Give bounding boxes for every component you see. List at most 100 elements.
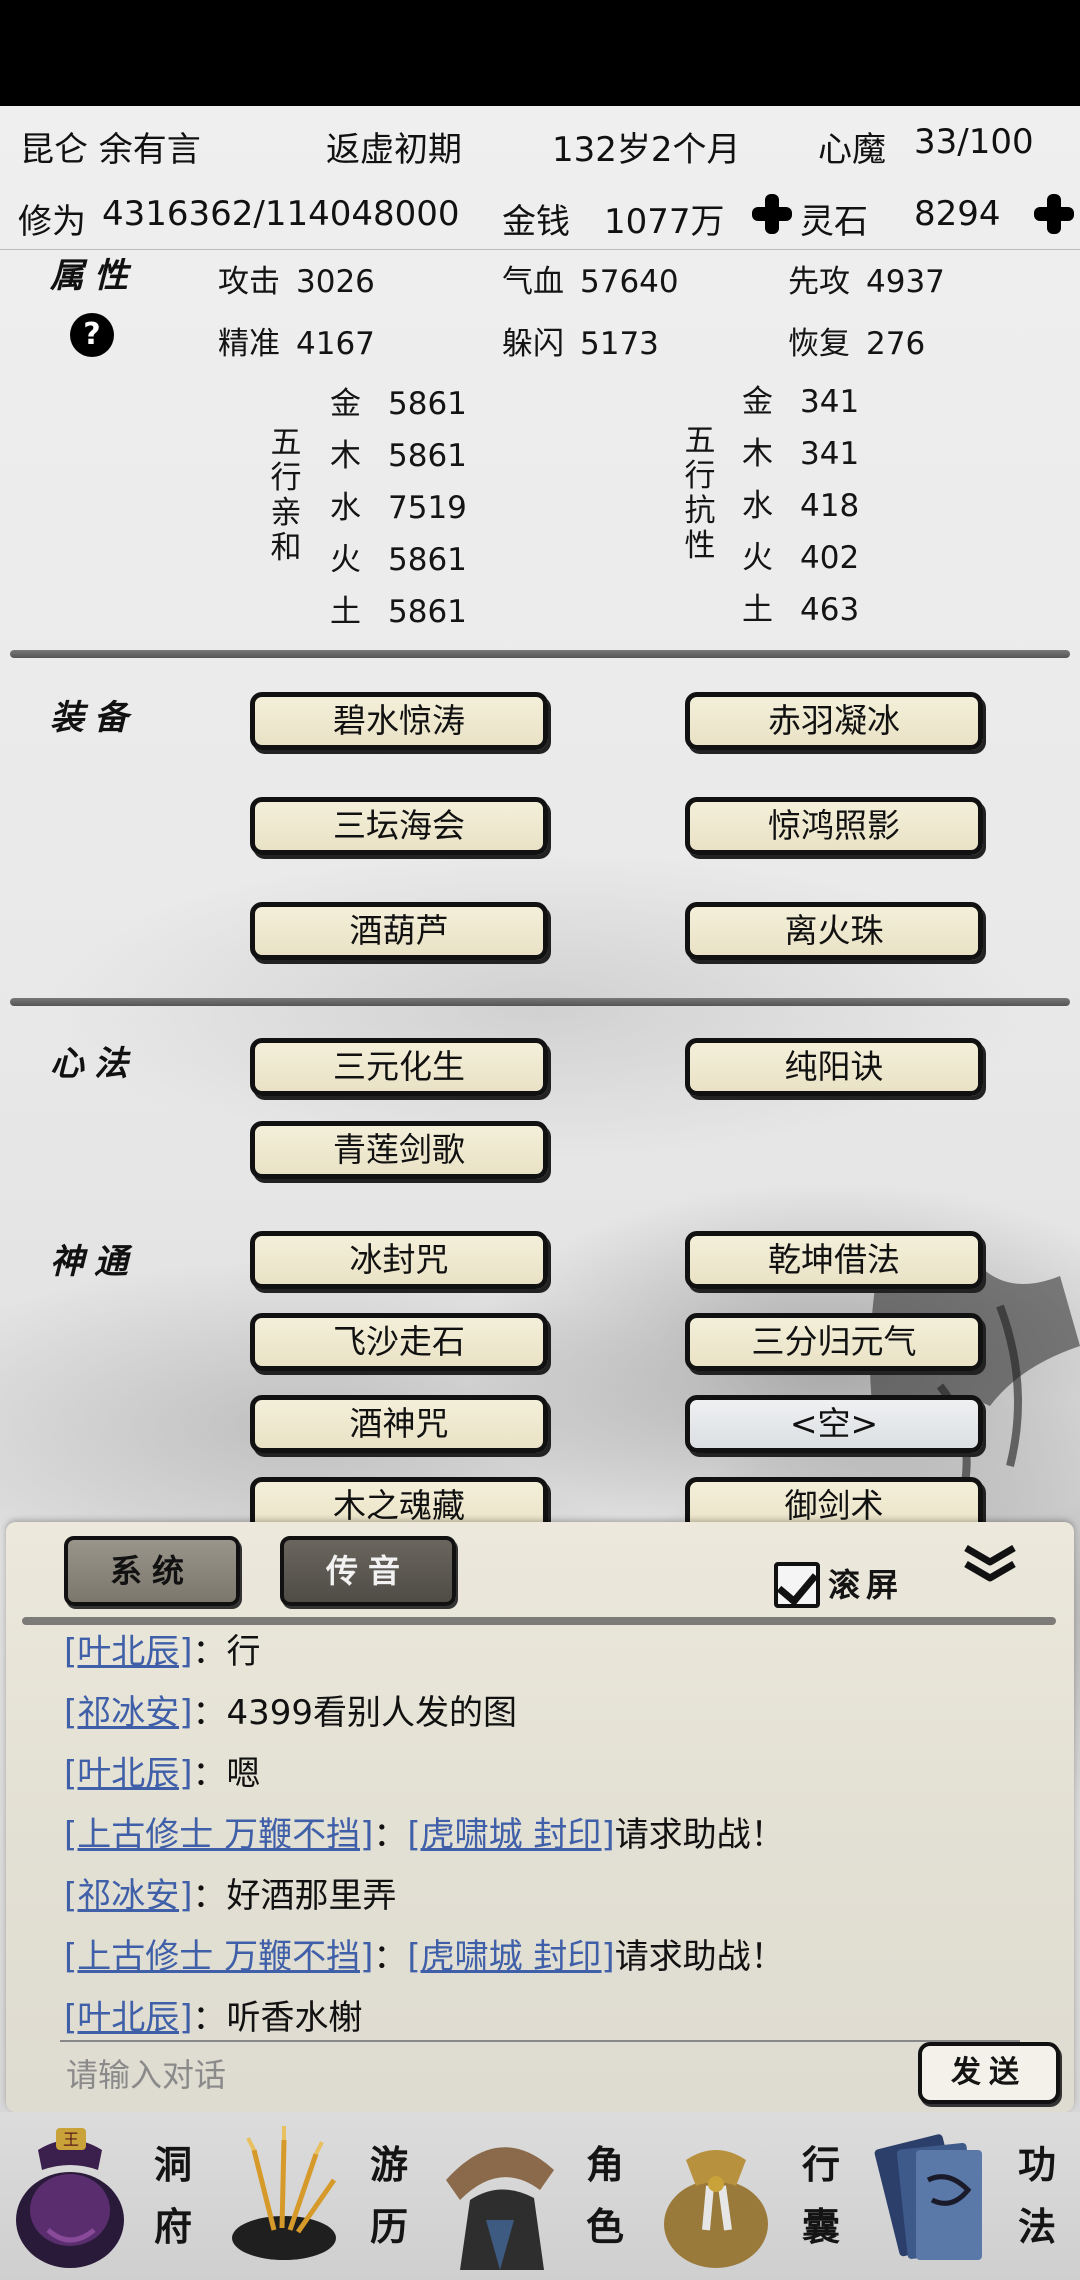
element-value: 418	[800, 488, 860, 524]
message-separator: ：	[192, 1998, 227, 2038]
bag-icon	[664, 2150, 768, 2268]
character-icon	[446, 2147, 554, 2270]
affinity-earth: 土 5861	[330, 586, 467, 631]
divine-art-slot[interactable]: 乾坤借法	[685, 1231, 983, 1289]
nav-label: 行囊	[796, 2134, 846, 2258]
collapse-chevron-icon[interactable]	[962, 1544, 1018, 1584]
nav-label-char: 角	[585, 2142, 624, 2187]
affinity-title-char: 行	[270, 460, 302, 496]
element-value: 5861	[388, 594, 467, 630]
chat-message: [叶北辰]：行	[64, 1624, 261, 1673]
player-name-link[interactable]: [祁冰安]	[64, 1693, 193, 1733]
help-icon[interactable]: ?	[70, 313, 114, 357]
player-name-link[interactable]: [上古修士 万鞭不挡]	[64, 1937, 373, 1977]
message-text: 请求助战！	[614, 1937, 785, 1977]
attack-stat: 攻击 3026	[218, 256, 375, 301]
initiative-value: 4937	[866, 264, 945, 300]
nav-label-char: 洞	[153, 2142, 192, 2187]
nav-travel[interactable]: 游历	[216, 2112, 432, 2280]
resistance-fire: 火 402	[742, 532, 859, 577]
heart-demon-value: 33/100	[914, 122, 1034, 162]
location-link[interactable]: [虎啸城 封印]	[407, 1815, 614, 1855]
heart-demon-label: 心魔	[818, 130, 886, 170]
player-name-link[interactable]: [上古修士 万鞭不挡]	[64, 1815, 373, 1855]
equipment-slot[interactable]: 酒葫芦	[250, 902, 548, 960]
nav-label: 游历	[364, 2134, 414, 2258]
resistance-metal: 金 341	[742, 376, 859, 421]
hp-value: 57640	[580, 264, 679, 300]
resist-title-char: 性	[684, 528, 716, 564]
element-label: 水	[742, 488, 773, 524]
equipment-slot[interactable]: 离火珠	[685, 902, 983, 960]
nav-bag[interactable]: 行囊	[648, 2112, 864, 2280]
chat-message: [上古修士 万鞭不挡]：[虎啸城 封印]请求助战！	[64, 1929, 785, 1978]
element-label: 火	[742, 540, 773, 576]
message-text: 好酒那里弄	[226, 1876, 397, 1916]
divine-art-empty-slot[interactable]: <空>	[685, 1395, 983, 1453]
mental-method-slot[interactable]: 纯阳诀	[685, 1038, 983, 1096]
nav-technique[interactable]: 功法	[864, 2112, 1080, 2280]
attributes-title: 属性	[50, 256, 138, 296]
add-spirit-stone-plus-icon[interactable]	[1034, 194, 1074, 234]
hp-stat: 气血 57640	[502, 256, 679, 301]
accuracy-stat: 精准 4167	[218, 318, 375, 363]
message-separator: ：	[192, 1754, 227, 1794]
technique-book-icon	[874, 2134, 982, 2260]
character-age: 132岁2个月	[552, 130, 741, 170]
divine-art-slot[interactable]: 三分归元气	[685, 1313, 983, 1371]
equipment-slot[interactable]: 赤羽凝冰	[685, 692, 983, 750]
mental-methods-title: 心法	[50, 1044, 138, 1084]
divine-art-slot[interactable]: 冰封咒	[250, 1231, 548, 1289]
tab-system[interactable]: 系统	[64, 1536, 240, 1606]
character-header: 昆仑 余有言 返虚初期 132岁2个月 心魔 33/100	[0, 106, 1080, 178]
mental-method-slot[interactable]: 青莲剑歌	[250, 1121, 548, 1179]
nav-cave-mansion[interactable]: 王 洞府	[0, 2112, 216, 2280]
svg-text:王: 王	[63, 2130, 79, 2149]
money-label: 金钱	[502, 202, 570, 242]
mental-method-slot[interactable]: 三元化生	[250, 1038, 548, 1096]
affinity-title-char: 和	[270, 530, 302, 566]
resistance-vertical-title: 五 行 抗 性	[682, 424, 718, 564]
chat-message: [祁冰安]：4399看别人发的图	[64, 1685, 517, 1734]
message-separator: ：	[192, 1876, 227, 1916]
chat-message: [上古修士 万鞭不挡]：[虎啸城 封印]请求助战！	[64, 1807, 785, 1856]
send-button[interactable]: 发送	[918, 2042, 1060, 2104]
element-value: 341	[800, 384, 860, 420]
location-link[interactable]: [虎啸城 封印]	[407, 1937, 614, 1977]
element-label: 土	[742, 592, 773, 628]
resource-header: 修为 4316362/114048000 金钱 1077万 灵石 8294	[0, 178, 1080, 250]
equipment-slot[interactable]: 惊鸿照影	[685, 797, 983, 855]
cultivation-label: 修为	[18, 202, 86, 242]
resistance-wood: 木 341	[742, 428, 859, 473]
element-value: 5861	[388, 438, 467, 474]
message-separator: ：	[373, 1937, 408, 1977]
element-value: 341	[800, 436, 860, 472]
chat-message: [祁冰安]：好酒那里弄	[64, 1868, 397, 1917]
money-value: 1077万	[604, 202, 725, 242]
element-value: 463	[800, 592, 860, 628]
divine-art-slot[interactable]: 飞沙走石	[250, 1313, 548, 1371]
attack-value: 3026	[296, 264, 375, 300]
add-money-plus-icon[interactable]	[752, 194, 792, 234]
player-name-link[interactable]: [叶北辰]	[64, 1998, 193, 2038]
equipment-slot[interactable]: 三坛海会	[250, 797, 548, 855]
attack-label: 攻击	[218, 264, 280, 300]
resistance-water: 水 418	[742, 480, 859, 525]
element-label: 水	[330, 490, 361, 526]
auto-scroll-checkbox[interactable]	[774, 1562, 820, 1608]
auto-scroll-label: 滚屏	[828, 1566, 905, 1604]
nav-character[interactable]: 角色	[432, 2112, 648, 2280]
accuracy-value: 4167	[296, 326, 375, 362]
equipment-title: 装备	[50, 698, 138, 738]
sect-and-name: 昆仑 余有言	[20, 130, 201, 170]
divine-art-slot[interactable]: 酒神咒	[250, 1395, 548, 1453]
player-name-link[interactable]: [叶北辰]	[64, 1754, 193, 1794]
player-name-link[interactable]: [叶北辰]	[64, 1632, 193, 1672]
tab-whisper[interactable]: 传音	[280, 1536, 456, 1606]
nav-label-char: 法	[1017, 2204, 1056, 2249]
dodge-stat: 躲闪 5173	[502, 318, 659, 363]
message-separator: ：	[192, 1693, 227, 1733]
chat-input[interactable]: 请输入对话	[66, 2050, 226, 2096]
equipment-slot[interactable]: 碧水惊涛	[250, 692, 548, 750]
player-name-link[interactable]: [祁冰安]	[64, 1876, 193, 1916]
